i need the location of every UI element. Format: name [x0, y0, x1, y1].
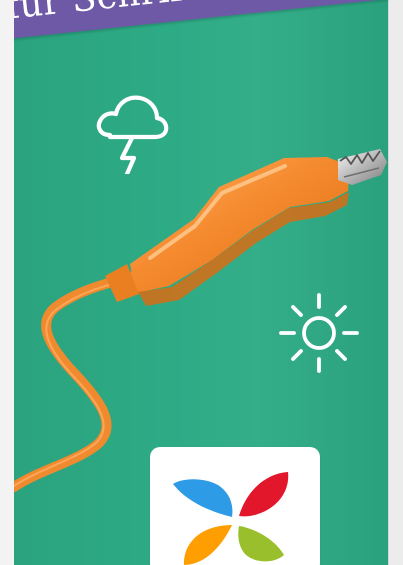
book-cover-page: für Schrift er — [0, 0, 403, 565]
butterfly-logo — [173, 472, 289, 565]
logo-blue-wing — [173, 479, 233, 517]
cover-image: für Schrift er — [14, 0, 388, 565]
metal-jaw — [338, 149, 387, 185]
orange-wire — [14, 271, 139, 492]
clip-body — [130, 157, 350, 293]
page-edge-strip — [388, 0, 403, 565]
logo-green-wing — [238, 526, 284, 562]
publisher-logo-card — [150, 447, 320, 565]
logo-orange-wing — [183, 525, 232, 565]
logo-red-wing — [239, 472, 289, 517]
